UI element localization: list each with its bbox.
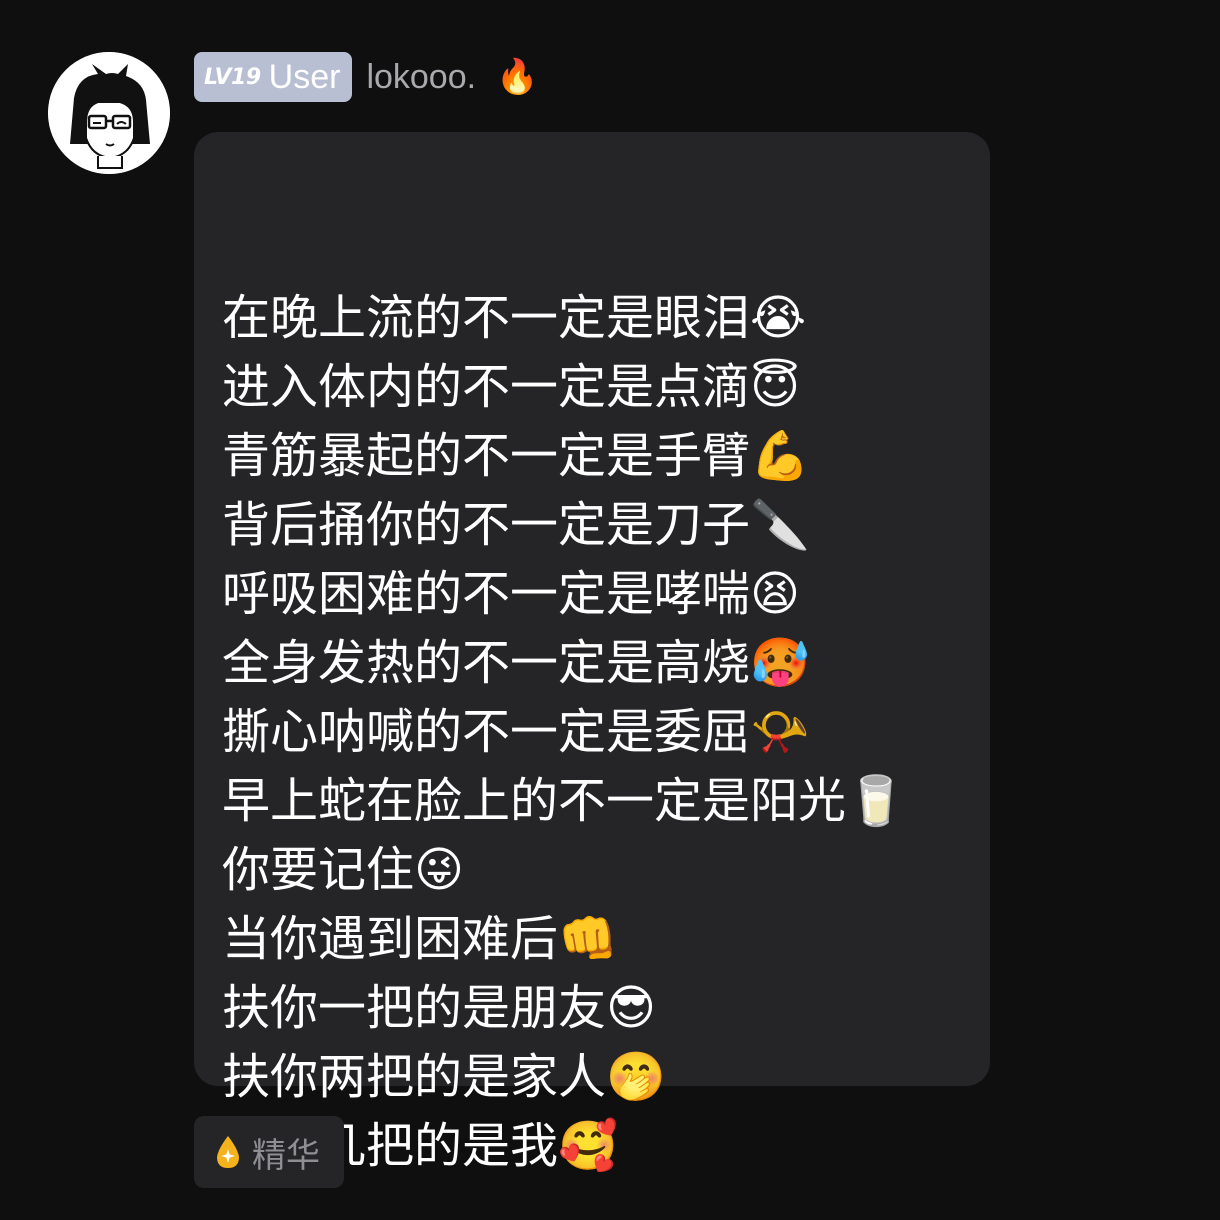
fire-icon: 🔥 — [496, 57, 539, 97]
message-line: 早上蛇在脸上的不一定是阳光🥛 — [222, 773, 906, 829]
message-line: 当你遇到困难后👊 — [222, 911, 618, 967]
tag-label: 精华 — [252, 1135, 320, 1176]
avatar[interactable] — [48, 52, 170, 174]
message-line: 呼吸困难的不一定是哮喘😫 — [222, 566, 801, 622]
cat-ear-girl-avatar-icon — [48, 52, 170, 174]
message-line: 在晚上流的不一定是眼泪😭 — [222, 290, 807, 346]
message-line: 背后捅你的不一定是刀子🔪 — [222, 497, 810, 553]
username[interactable]: lokooo. — [366, 58, 476, 97]
essence-drop-icon — [217, 1136, 239, 1168]
message-line: 撕心呐喊的不一定是委屈📯 — [222, 704, 810, 760]
message-line: 进入体内的不一定是点滴😇 — [222, 359, 801, 415]
post-header: LV19 User lokooo. 🔥 — [194, 52, 538, 102]
message-line: 扶你一把的是朋友😎 — [222, 980, 657, 1036]
message-line: 青筋暴起的不一定是手臂💪 — [222, 428, 810, 484]
message-line: 你要记住😜 — [222, 842, 465, 898]
message-line: 全身发热的不一定是高烧🥵 — [222, 635, 810, 691]
role-label: User — [268, 57, 341, 96]
essence-tag-button[interactable]: 精华 — [194, 1116, 344, 1188]
level-badge[interactable]: LV19 User — [194, 52, 353, 102]
level-label: LV19 — [204, 64, 261, 90]
message-bubble: 在晚上流的不一定是眼泪😭 进入体内的不一定是点滴😇 青筋暴起的不一定是手臂💪 背… — [194, 132, 990, 1172]
message-line: 扶你两把的是家人🤭 — [222, 1049, 666, 1105]
